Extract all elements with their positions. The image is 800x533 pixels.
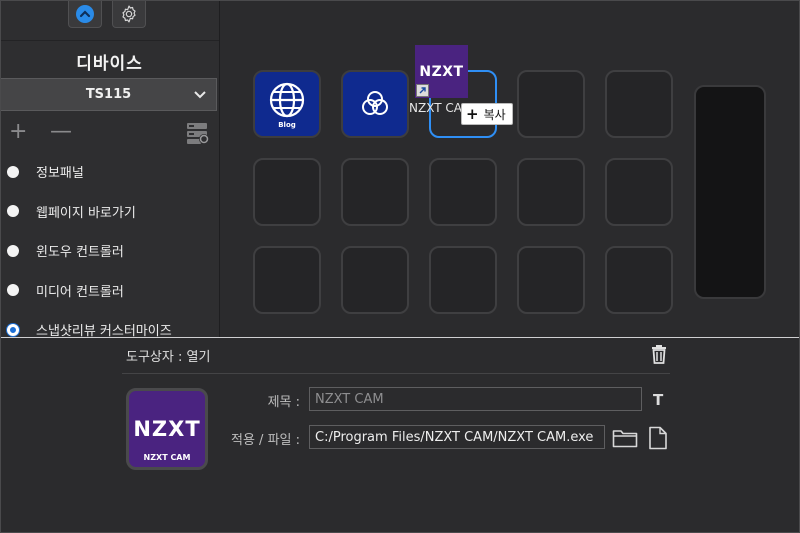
- device-select-value: TS115: [85, 87, 132, 102]
- radio-button[interactable]: [7, 244, 19, 257]
- property-panel: 도구상자 : 열기 NZXT NZXT CAM 제목 : NZXT CAM T …: [0, 337, 800, 533]
- title-label: 제목 :: [267, 395, 300, 410]
- key-empty[interactable]: [253, 246, 321, 314]
- key-empty[interactable]: [605, 246, 673, 314]
- trash-icon[interactable]: [650, 344, 668, 364]
- radio-button[interactable]: [7, 205, 19, 218]
- category-item[interactable]: 윈도우 컨트롤러: [0, 231, 219, 271]
- preview-caption: NZXT CAM: [143, 453, 191, 462]
- category-label: 미디어 컨트롤러: [36, 284, 124, 300]
- side-display-panel: [694, 85, 766, 299]
- key-empty[interactable]: [429, 158, 497, 226]
- device-tool-row: + —: [0, 120, 219, 146]
- key-empty[interactable]: [253, 158, 321, 226]
- sidebar: 디바이스 TS115 + — 정보패널 웹페이지 바로가기 윈도우 컨트롤러 미…: [0, 0, 220, 337]
- key-grid-area: Blog NZXT NZXT CAM + 복사: [220, 0, 800, 337]
- category-label: 윈도우 컨트롤러: [36, 245, 124, 261]
- key-empty[interactable]: [605, 70, 673, 138]
- shortcut-arrow-icon: [416, 84, 429, 97]
- path-input[interactable]: C:/Program Files/NZXT CAM/NZXT CAM.exe: [309, 425, 605, 449]
- category-label: 스냅샷리뷰 커스터마이즈: [36, 324, 172, 337]
- category-label: 정보패널: [36, 166, 84, 182]
- divider: [122, 373, 670, 374]
- settings-button[interactable]: [112, 0, 146, 28]
- folder-icon[interactable]: [612, 428, 638, 448]
- chevron-down-icon: [194, 91, 206, 99]
- gear-icon: [122, 5, 136, 22]
- category-item[interactable]: 미디어 컨트롤러: [0, 271, 219, 311]
- panel-title: 도구상자 : 열기: [126, 350, 211, 365]
- home-button[interactable]: [68, 0, 102, 28]
- copy-badge: + 복사: [461, 103, 513, 125]
- category-item[interactable]: 정보패널: [0, 152, 219, 192]
- text-icon[interactable]: T: [653, 391, 663, 409]
- remove-button[interactable]: —: [50, 121, 72, 143]
- top-icon-bar: [68, 0, 146, 28]
- title-placeholder: NZXT CAM: [315, 392, 384, 407]
- file-icon[interactable]: [648, 426, 668, 450]
- device-select[interactable]: TS115: [0, 78, 217, 111]
- copy-badge-label: 복사: [483, 107, 506, 122]
- nzxt-logo: NZXT: [419, 63, 464, 80]
- path-value: C:/Program Files/NZXT CAM/NZXT CAM.exe: [315, 430, 594, 445]
- circles-icon: [362, 91, 388, 115]
- category-label: 웹페이지 바로가기: [36, 205, 136, 221]
- path-label: 적용 / 파일 :: [231, 433, 300, 448]
- globe-icon: [269, 82, 305, 117]
- radio-button-selected[interactable]: [7, 323, 19, 336]
- plus-icon: +: [466, 105, 479, 123]
- key-label: Blog: [278, 120, 296, 129]
- device-settings-icon[interactable]: [186, 121, 210, 145]
- add-button[interactable]: +: [9, 121, 27, 143]
- device-section-title: 디바이스: [76, 54, 143, 74]
- category-list: 정보패널 웹페이지 바로가기 윈도우 컨트롤러 미디어 컨트롤러 스냅샷리뷰 커…: [0, 152, 219, 337]
- key-empty[interactable]: [517, 70, 585, 138]
- key-empty[interactable]: [341, 246, 409, 314]
- key-empty[interactable]: [605, 158, 673, 226]
- key-preview[interactable]: NZXT NZXT CAM: [126, 388, 208, 470]
- key-empty[interactable]: [429, 246, 497, 314]
- title-input[interactable]: NZXT CAM: [309, 387, 642, 411]
- category-item[interactable]: 스냅샷리뷰 커스터마이즈: [0, 310, 219, 337]
- key-empty[interactable]: [517, 158, 585, 226]
- key-color-circles[interactable]: [341, 70, 409, 138]
- radio-button[interactable]: [7, 165, 19, 178]
- key-blog[interactable]: Blog: [253, 70, 321, 138]
- key-empty[interactable]: [517, 246, 585, 314]
- preview-logo: NZXT: [133, 417, 201, 441]
- key-empty[interactable]: [341, 158, 409, 226]
- home-icon: [76, 4, 94, 23]
- divider: [0, 40, 219, 41]
- category-item[interactable]: 웹페이지 바로가기: [0, 192, 219, 232]
- radio-button[interactable]: [7, 284, 19, 297]
